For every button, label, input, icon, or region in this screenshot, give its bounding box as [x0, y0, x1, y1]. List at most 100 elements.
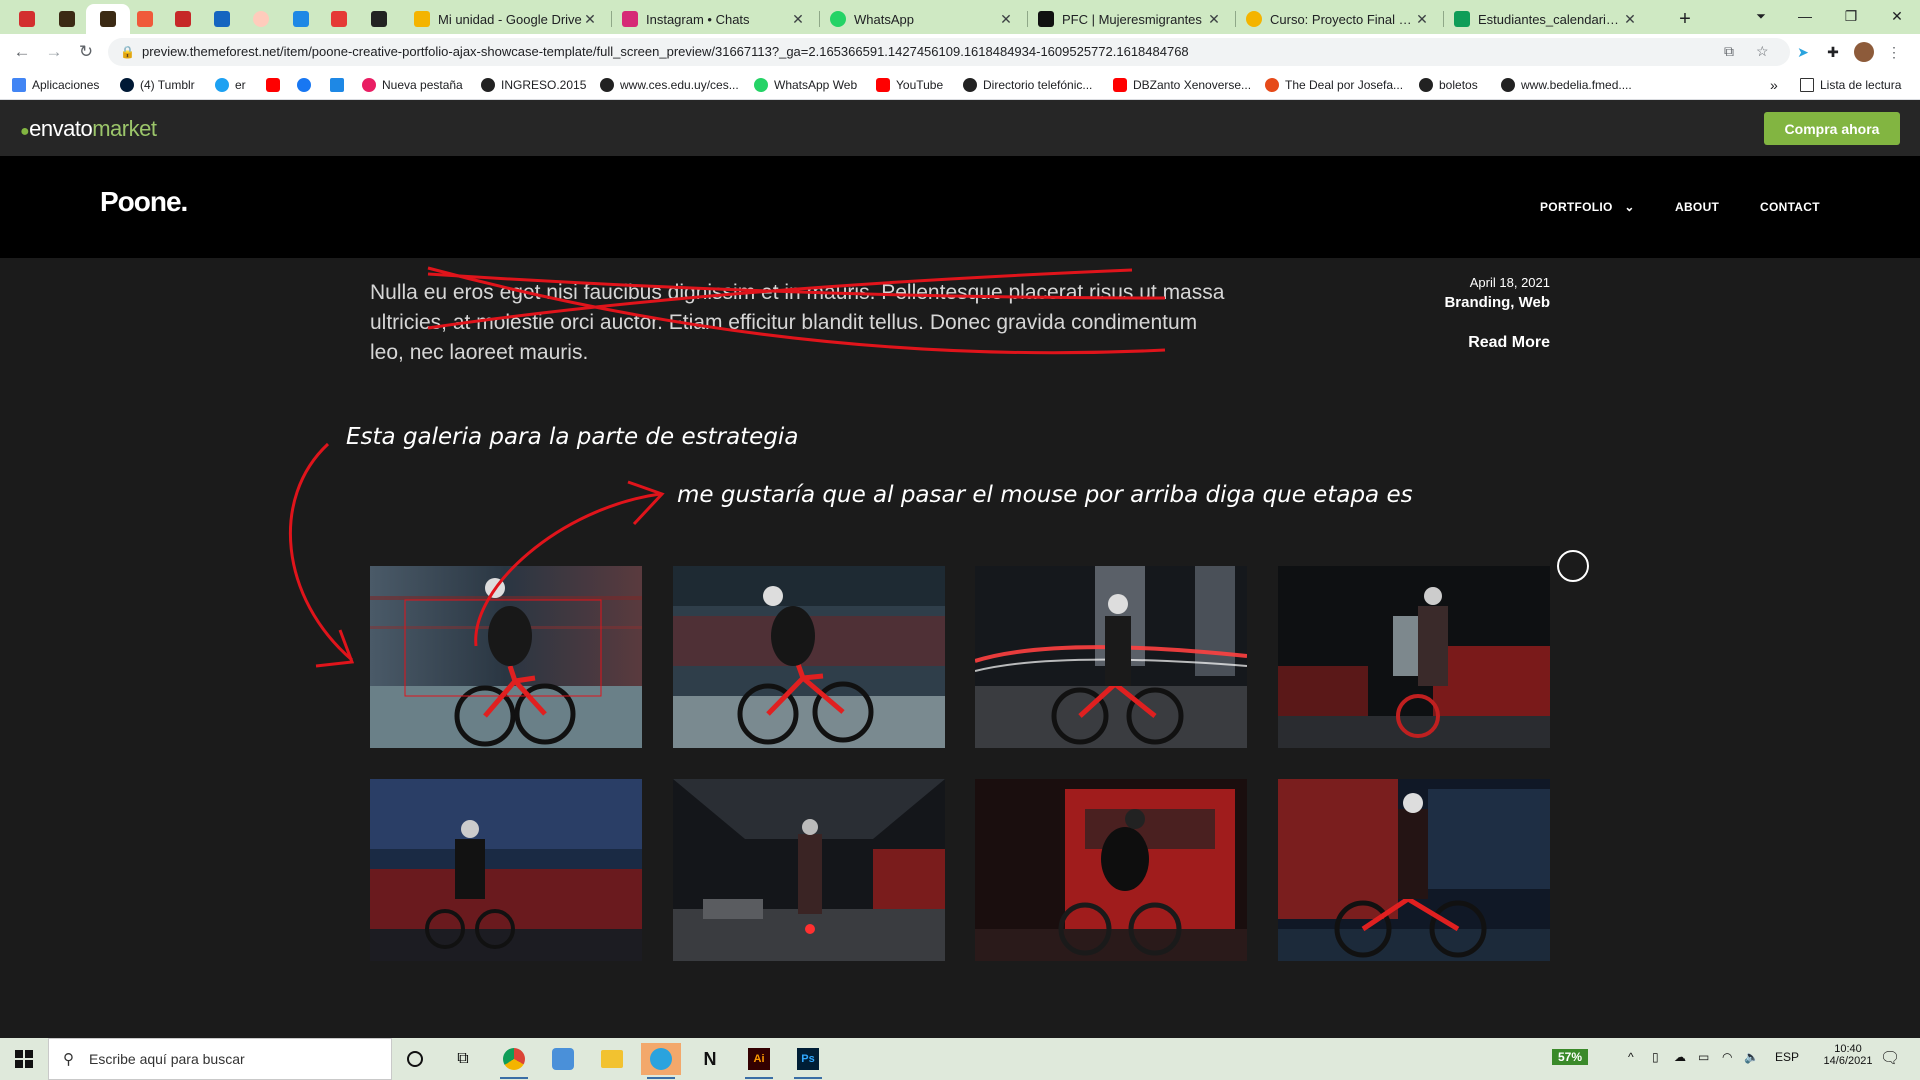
telegram-extension-icon[interactable]: ➤ [1793, 42, 1813, 62]
back-icon[interactable]: ← [10, 40, 34, 64]
reading-list-button[interactable]: Lista de lectura [1800, 76, 1901, 94]
close-tab-icon[interactable]: ✕ [1622, 11, 1638, 28]
more-bookmarks-button[interactable]: » [1770, 76, 1778, 94]
pinned-tab-active[interactable] [86, 4, 130, 34]
power-icon[interactable]: ▭ [1698, 1050, 1709, 1064]
bookmark-boletos[interactable]: boletos [1419, 76, 1478, 94]
show-hidden-icons-icon[interactable]: ^ [1628, 1050, 1634, 1064]
pinned-tab[interactable] [203, 4, 241, 34]
gallery-image[interactable] [975, 566, 1247, 748]
close-tab-icon[interactable]: ✕ [582, 11, 598, 28]
tab-search-icon[interactable]: ⏷ [1738, 0, 1784, 32]
pinned-tab[interactable] [360, 4, 398, 34]
illustrator-taskbar-icon[interactable]: Ai [739, 1043, 779, 1079]
address-bar[interactable]: 🔒 preview.themeforest.net/item/poone-cre… [108, 38, 1790, 66]
read-more-link[interactable]: Read More [1420, 334, 1550, 352]
bookmark-tumblr[interactable]: (4) Tumblr [120, 76, 195, 94]
pinned-tab[interactable] [164, 4, 202, 34]
nav-contact[interactable]: CONTACT [1760, 200, 1820, 214]
battery-indicator[interactable]: 57% [1552, 1049, 1589, 1065]
profile-avatar[interactable] [1854, 42, 1874, 62]
arrowhead [627, 480, 665, 526]
nav-portfolio[interactable]: PORTFOLIO ⌄ [1540, 200, 1635, 214]
new-tab-button[interactable]: + [1670, 4, 1700, 34]
site-logo[interactable]: Poone. [100, 186, 188, 218]
envato-market-logo[interactable]: ●envatomarket [20, 116, 157, 142]
pinned-tab[interactable] [320, 4, 358, 34]
telegram-taskbar-icon[interactable] [641, 1043, 681, 1079]
bookmark-directorio[interactable]: Directorio telefónic... [963, 76, 1092, 94]
file-explorer-icon[interactable] [592, 1043, 632, 1075]
photoshop-taskbar-icon[interactable]: Ps [788, 1043, 828, 1079]
translate-icon[interactable]: ⧉ [1724, 43, 1734, 60]
facebook-icon [297, 78, 311, 92]
restore-icon[interactable]: ❐ [1828, 0, 1874, 32]
notifications-icon[interactable]: 🗨 [1880, 1048, 1900, 1068]
chrome-taskbar-icon[interactable] [494, 1043, 534, 1079]
bookmark-apps[interactable]: Aplicaciones [12, 76, 99, 94]
clock[interactable]: 10:40 14/6/2021 [1818, 1043, 1878, 1067]
pinned-tab[interactable] [8, 4, 46, 34]
tab-favicon-icon [214, 11, 230, 27]
bookmark-youtube-2[interactable]: YouTube [876, 76, 943, 94]
gallery-image[interactable] [1278, 779, 1550, 961]
pinned-tab[interactable] [242, 4, 280, 34]
gallery-image[interactable] [370, 566, 642, 748]
pinned-tab[interactable] [48, 4, 86, 34]
bookmark-twitter[interactable]: er [215, 76, 246, 94]
close-tab-icon[interactable]: ✕ [998, 11, 1014, 28]
bookmark-the-deal[interactable]: The Deal por Josefa... [1265, 76, 1403, 94]
bookmark-ces[interactable]: www.ces.edu.uy/ces... [600, 76, 739, 94]
pinned-tab[interactable] [126, 4, 164, 34]
bookmark-youtube[interactable] [266, 76, 286, 94]
tab-wix-pfc[interactable]: PFC | Mujeresmigrantes ✕ [1030, 4, 1230, 34]
curved-arrow-to-gallery [289, 442, 353, 662]
wifi-icon[interactable]: ◠ [1722, 1050, 1732, 1064]
bookmark-star-icon[interactable]: ☆ [1756, 43, 1769, 60]
gallery-image[interactable] [673, 566, 945, 748]
behance-icon [330, 78, 344, 92]
tab-sheets[interactable]: Estudiantes_calendario form ✕ [1446, 4, 1646, 34]
gallery-image[interactable] [975, 779, 1247, 961]
gallery-image[interactable] [370, 779, 642, 961]
chrome-menu-icon[interactable]: ⋮ [1884, 42, 1904, 62]
gallery-image[interactable] [1278, 566, 1550, 748]
lock-icon[interactable]: 🔒 [120, 45, 135, 59]
bookmark-bedelia[interactable]: www.bedelia.fmed.... [1501, 76, 1632, 94]
tab-whatsapp[interactable]: WhatsApp ✕ [822, 4, 1022, 34]
tumblr-icon [120, 78, 134, 92]
bookmark-dbzanto[interactable]: DBZanto Xenoverse... [1113, 76, 1251, 94]
tab-curso[interactable]: Curso: Proyecto Final de Ca ✕ [1238, 4, 1438, 34]
close-tab-icon[interactable]: ✕ [1206, 11, 1222, 28]
language-indicator[interactable]: ESP [1775, 1050, 1799, 1064]
xd-taskbar-icon[interactable] [543, 1043, 583, 1075]
url-text[interactable]: preview.themeforest.net/item/poone-creat… [142, 44, 1189, 59]
tab-google-drive[interactable]: Mi unidad - Google Drive ✕ [406, 4, 606, 34]
bookmark-whatsapp-web[interactable]: WhatsApp Web [754, 76, 857, 94]
forward-icon[interactable]: → [42, 40, 66, 64]
reload-icon[interactable]: ↻ [74, 40, 98, 64]
device-icon[interactable]: ▯ [1652, 1050, 1659, 1064]
close-tab-icon[interactable]: ✕ [790, 11, 806, 28]
gallery-image[interactable] [673, 779, 945, 961]
close-window-icon[interactable]: ✕ [1874, 0, 1920, 32]
taskbar-search-box[interactable]: ⚲ Escribe aquí para buscar [48, 1038, 392, 1080]
cortana-icon[interactable] [395, 1043, 435, 1075]
windows-start-button[interactable] [0, 1038, 48, 1080]
close-tab-icon[interactable]: ✕ [1414, 11, 1430, 28]
task-view-icon[interactable]: ⧉ [443, 1043, 483, 1075]
tab-separator [1235, 11, 1236, 27]
bookmark-facebook[interactable] [297, 76, 317, 94]
nav-about[interactable]: ABOUT [1675, 200, 1719, 214]
bookmark-new-tab[interactable]: Nueva pestaña [362, 76, 463, 94]
volume-icon[interactable]: 🔈 [1744, 1050, 1759, 1064]
bookmark-ingreso[interactable]: INGRESO.2015 [481, 76, 586, 94]
notion-taskbar-icon[interactable]: N [690, 1043, 730, 1075]
buy-now-button[interactable]: Compra ahora [1764, 112, 1900, 145]
bookmark-b[interactable] [330, 76, 350, 94]
tab-instagram[interactable]: Instagram • Chats ✕ [614, 4, 814, 34]
pinned-tab[interactable] [282, 4, 320, 34]
onedrive-icon[interactable]: ☁ [1674, 1050, 1686, 1064]
extensions-puzzle-icon[interactable]: ✚ [1823, 42, 1843, 62]
minimize-icon[interactable]: — [1782, 0, 1828, 32]
